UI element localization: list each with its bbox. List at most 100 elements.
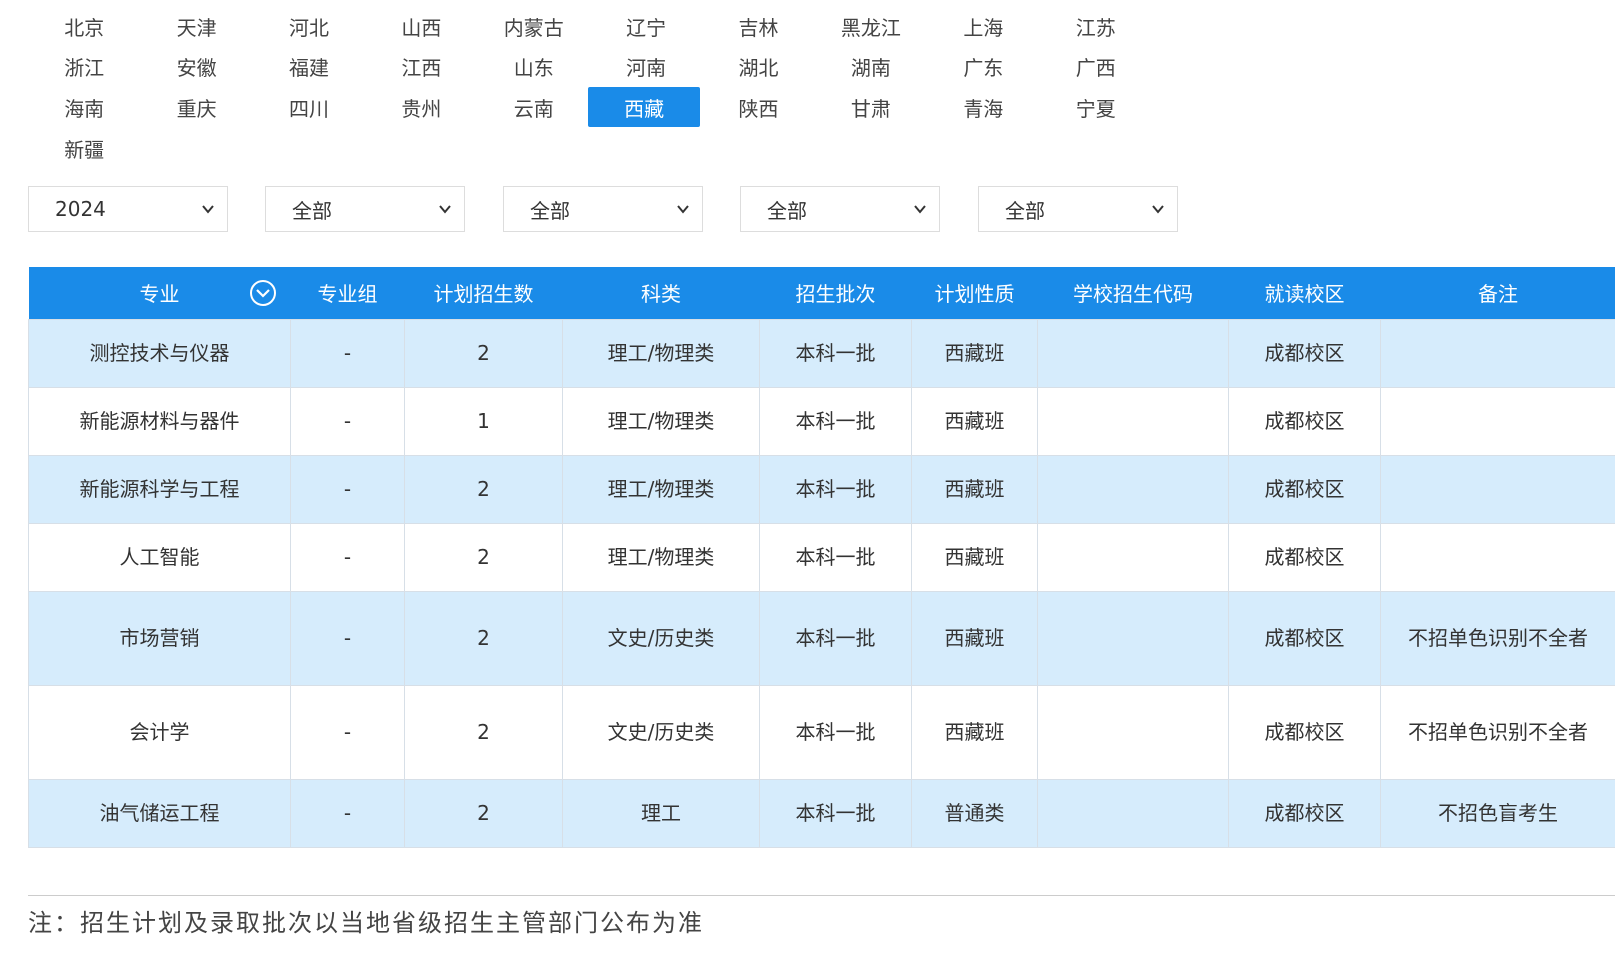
cell-campus: 成都校区 <box>1228 522 1381 592</box>
cell-major: 会计学 <box>28 684 291 780</box>
cell-school-code <box>1037 778 1229 848</box>
province-tianjin[interactable]: 天津 <box>140 6 252 47</box>
table-row: 会计学 - 2 文史/历史类 本科一批 西藏班 成都校区 不招单色识别不全者 <box>28 684 1615 780</box>
province-jilin[interactable]: 吉林 <box>702 6 814 47</box>
filter-select-5-value: 全部 <box>1005 198 1045 223</box>
province-row: 新疆 <box>28 128 1152 169</box>
table-row: 市场营销 - 2 文史/历史类 本科一批 西藏班 成都校区 不招单色识别不全者 <box>28 590 1615 686</box>
filter-select-3[interactable]: 全部 <box>503 186 703 232</box>
province-gansu[interactable]: 甘肃 <box>815 87 927 128</box>
province-jiangsu[interactable]: 江苏 <box>1040 6 1152 47</box>
province-guangdong[interactable]: 广东 <box>927 47 1039 88</box>
province-row: 浙江 安徽 福建 江西 山东 河南 湖北 湖南 广东 广西 <box>28 47 1152 88</box>
header-major[interactable]: 专业 <box>29 267 291 319</box>
province-yunnan[interactable]: 云南 <box>478 87 590 128</box>
cell-major-group: - <box>290 454 405 524</box>
filter-select-4[interactable]: 全部 <box>740 186 940 232</box>
cell-batch: 本科一批 <box>759 522 912 592</box>
cell-remarks: 不招单色识别不全者 <box>1380 684 1615 780</box>
province-shanxi[interactable]: 山西 <box>365 6 477 47</box>
province-jiangxi[interactable]: 江西 <box>365 47 477 88</box>
cell-campus: 成都校区 <box>1228 778 1381 848</box>
chevron-down-icon <box>1152 205 1164 214</box>
cell-school-code <box>1037 684 1229 780</box>
province-sichuan[interactable]: 四川 <box>253 87 365 128</box>
year-select[interactable]: 2024 <box>28 186 228 232</box>
header-plan-type: 计划性质 <box>934 282 1015 307</box>
cell-remarks <box>1380 522 1615 592</box>
chevron-down-icon <box>914 205 926 214</box>
cell-batch: 本科一批 <box>759 684 912 780</box>
province-zhejiang[interactable]: 浙江 <box>28 47 140 88</box>
cell-major: 人工智能 <box>28 522 291 592</box>
cell-campus: 成都校区 <box>1228 454 1381 524</box>
cell-major-group: - <box>290 590 405 686</box>
cell-category: 理工/物理类 <box>562 386 760 456</box>
cell-plan-count: 2 <box>404 522 563 592</box>
header-campus: 就读校区 <box>1264 282 1345 307</box>
chevron-down-circle-icon[interactable] <box>249 279 277 307</box>
cell-major-group: - <box>290 318 405 388</box>
cell-campus: 成都校区 <box>1228 386 1381 456</box>
province-xinjiang[interactable]: 新疆 <box>28 128 140 169</box>
filter-select-3-value: 全部 <box>530 198 570 223</box>
cell-batch: 本科一批 <box>759 454 912 524</box>
filter-select-2-value: 全部 <box>292 198 332 223</box>
cell-campus: 成都校区 <box>1228 684 1381 780</box>
cell-category: 理工 <box>562 778 760 848</box>
cell-batch: 本科一批 <box>759 590 912 686</box>
cell-remarks <box>1380 454 1615 524</box>
province-anhui[interactable]: 安徽 <box>140 47 252 88</box>
cell-category: 文史/历史类 <box>562 590 760 686</box>
province-henan[interactable]: 河南 <box>590 47 702 88</box>
province-hunan[interactable]: 湖南 <box>815 47 927 88</box>
table-row: 新能源材料与器件 - 1 理工/物理类 本科一批 西藏班 成都校区 <box>28 386 1615 456</box>
cell-remarks: 不招单色识别不全者 <box>1380 590 1615 686</box>
cell-school-code <box>1037 386 1229 456</box>
province-guizhou[interactable]: 贵州 <box>365 87 477 128</box>
province-shandong[interactable]: 山东 <box>478 47 590 88</box>
filter-select-2[interactable]: 全部 <box>265 186 465 232</box>
filter-select-5[interactable]: 全部 <box>978 186 1178 232</box>
footnote: 注：招生计划及录取批次以当地省级招生主管部门公布为准 <box>28 909 704 937</box>
province-neimenggu[interactable]: 内蒙古 <box>478 6 590 47</box>
province-liaoning[interactable]: 辽宁 <box>590 6 702 47</box>
cell-major: 市场营销 <box>28 590 291 686</box>
table-row: 人工智能 - 2 理工/物理类 本科一批 西藏班 成都校区 <box>28 522 1615 592</box>
province-fujian[interactable]: 福建 <box>253 47 365 88</box>
cell-major: 油气储运工程 <box>28 778 291 848</box>
cell-campus: 成都校区 <box>1228 590 1381 686</box>
cell-plan-count: 2 <box>404 590 563 686</box>
cell-plan-count: 2 <box>404 684 563 780</box>
province-hubei[interactable]: 湖北 <box>702 47 814 88</box>
province-shanghai[interactable]: 上海 <box>927 6 1039 47</box>
cell-campus: 成都校区 <box>1228 318 1381 388</box>
header-batch: 招生批次 <box>795 282 876 307</box>
province-chongqing[interactable]: 重庆 <box>140 87 252 128</box>
table-row: 新能源科学与工程 - 2 理工/物理类 本科一批 西藏班 成都校区 <box>28 454 1615 524</box>
province-guangxi[interactable]: 广西 <box>1040 47 1152 88</box>
page: 北京 天津 河北 山西 内蒙古 辽宁 吉林 黑龙江 上海 江苏 浙江 安徽 福建… <box>0 0 1615 976</box>
cell-remarks: 不招色盲考生 <box>1380 778 1615 848</box>
province-hebei[interactable]: 河北 <box>253 6 365 47</box>
province-xizang-selected[interactable]: 西藏 <box>587 87 701 128</box>
cell-school-code <box>1037 522 1229 592</box>
header-remarks: 备注 <box>1478 282 1518 307</box>
table-row: 油气储运工程 - 2 理工 本科一批 普通类 成都校区 不招色盲考生 <box>28 778 1615 848</box>
province-row: 海南 重庆 四川 贵州 云南 西藏 陕西 甘肃 青海 宁夏 <box>28 87 1152 128</box>
cell-remarks <box>1380 318 1615 388</box>
cell-batch: 本科一批 <box>759 318 912 388</box>
table-header-row: 专业 专业组 计划招生数 科类 招生批次 计划性质 学校招生代码 就读校区 备注 <box>28 267 1615 319</box>
province-qinghai[interactable]: 青海 <box>927 87 1039 128</box>
plan-table-wrap: 专业 专业组 计划招生数 科类 招生批次 计划性质 学校招生代码 就读校区 备注… <box>28 267 1615 848</box>
cell-plan-type: 西藏班 <box>911 454 1038 524</box>
province-beijing[interactable]: 北京 <box>28 6 140 47</box>
plan-table: 专业 专业组 计划招生数 科类 招生批次 计划性质 学校招生代码 就读校区 备注… <box>28 267 1615 848</box>
cell-major-group: - <box>290 778 405 848</box>
province-ningxia[interactable]: 宁夏 <box>1040 87 1152 128</box>
cell-category: 文史/历史类 <box>562 684 760 780</box>
province-hainan[interactable]: 海南 <box>28 87 140 128</box>
province-row: 北京 天津 河北 山西 内蒙古 辽宁 吉林 黑龙江 上海 江苏 <box>28 6 1152 47</box>
province-shaanxi[interactable]: 陕西 <box>702 87 814 128</box>
province-heilongjiang[interactable]: 黑龙江 <box>815 6 927 47</box>
